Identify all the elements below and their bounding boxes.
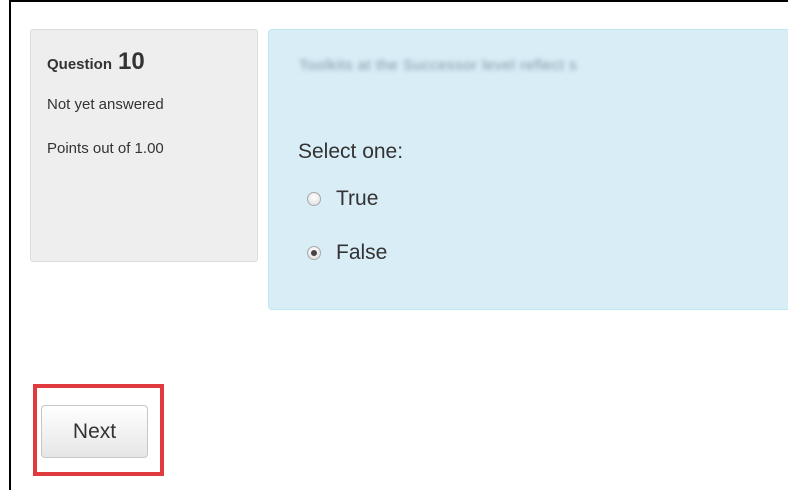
answer-label-false[interactable]: False [336, 241, 387, 265]
quiz-frame: Question 10 Not yet answered Points out … [9, 0, 788, 490]
question-content-panel: Toolkits at the Successor level reflect … [268, 29, 788, 310]
radio-true[interactable] [307, 192, 321, 206]
answer-label-true[interactable]: True [336, 187, 378, 211]
question-info-panel: Question 10 Not yet answered Points out … [30, 29, 258, 262]
select-one-prompt: Select one: [298, 140, 404, 163]
question-status: Not yet answered [47, 96, 164, 113]
answer-option-true[interactable]: True [307, 187, 378, 211]
next-button[interactable]: Next [41, 405, 148, 458]
question-label: Question [47, 56, 113, 73]
answer-option-false[interactable]: False [307, 241, 387, 265]
question-heading: Question 10 [47, 48, 257, 76]
question-text-blurred: Toolkits at the Successor level reflect … [299, 57, 578, 74]
question-number: 10 [118, 48, 145, 75]
radio-false[interactable] [307, 246, 321, 260]
question-points: Points out of 1.00 [47, 140, 164, 157]
